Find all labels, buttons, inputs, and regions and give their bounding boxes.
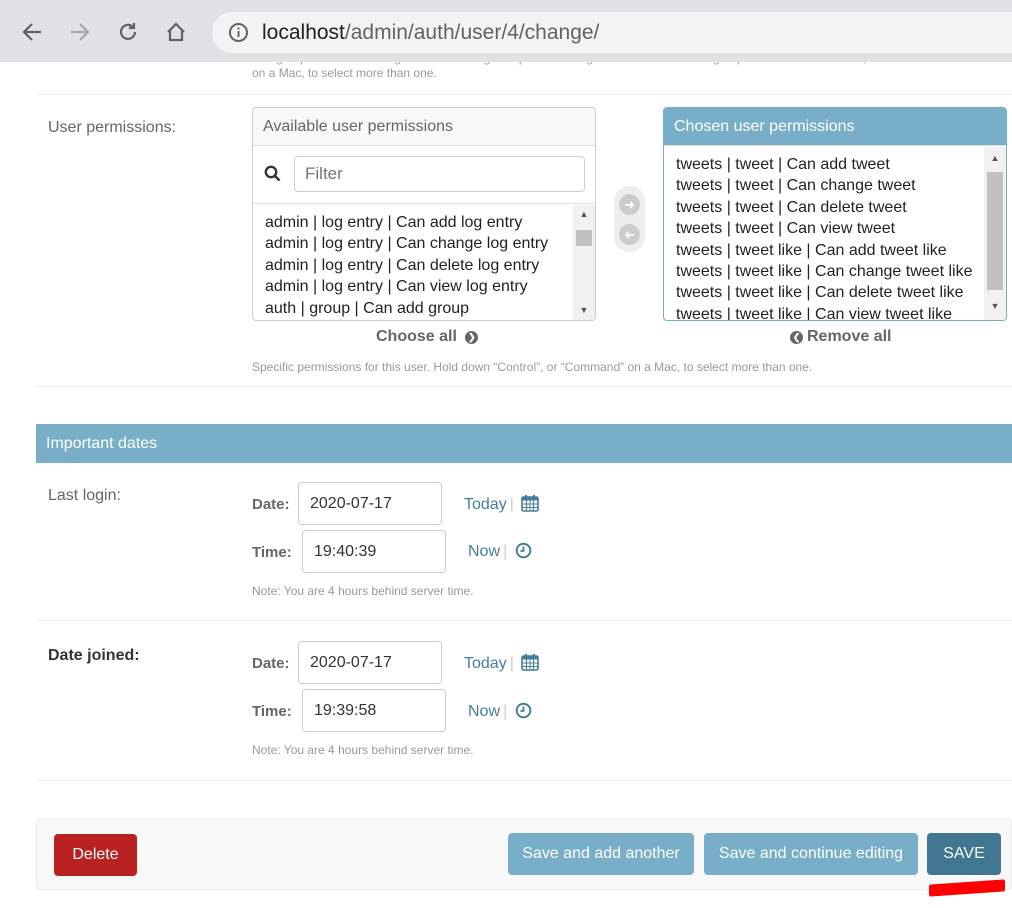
user-permissions-label: User permissions: <box>48 119 177 136</box>
separator: | <box>509 496 514 513</box>
selector-move-buttons: ➜ ➜ <box>614 186 645 252</box>
list-item[interactable]: auth | group | Can add group <box>265 298 571 319</box>
list-item[interactable]: tweets | tweet like | Can delete tweet l… <box>676 282 984 303</box>
date-joined-timezone-note: Note: You are 4 hours behind server time… <box>252 743 474 757</box>
last-login-label: Last login: <box>48 487 121 504</box>
forward-arrow-icon <box>71 23 90 41</box>
chevron-right-icon: ❯ <box>465 331 479 344</box>
reload-icon <box>119 23 137 40</box>
chosen-permissions-box: Chosen user permissions tweets | tweet |… <box>663 107 1007 321</box>
separator: | <box>503 703 508 720</box>
date-joined-label: Date joined: <box>48 647 140 664</box>
remove-all-link[interactable]: ❮ Remove all <box>790 328 891 346</box>
date-joined-time-input[interactable]: 19:39:58 <box>302 689 446 732</box>
divider <box>36 386 1012 387</box>
reload-button[interactable] <box>110 14 146 50</box>
url-text: localhost/admin/auth/user/4/change/ <box>262 21 599 45</box>
remove-arrow-icon[interactable]: ➜ <box>619 224 640 245</box>
delete-button[interactable]: Delete <box>54 834 137 876</box>
browser-toolbar: localhost/admin/auth/user/4/change/ <box>0 0 1012 62</box>
now-link-text[interactable]: Now <box>468 543 500 560</box>
submit-row: Delete Save and add another Save and con… <box>36 818 1012 890</box>
scroll-up-icon[interactable]: ▲ <box>984 153 1006 163</box>
permissions-help-text: Specific permissions for this user. Hold… <box>252 360 813 374</box>
save-button[interactable]: SAVE <box>927 833 1001 875</box>
date-joined-now-link[interactable]: Now | <box>468 702 532 721</box>
scroll-up-icon[interactable]: ▲ <box>573 209 595 219</box>
list-item[interactable]: tweets | tweet like | Can change tweet l… <box>676 261 984 282</box>
last-login-date-label: Date: <box>252 496 290 513</box>
list-item[interactable]: admin | log entry | Can view log entry <box>265 276 571 297</box>
list-item[interactable]: tweets | tweet like | Can view tweet lik… <box>676 304 984 320</box>
search-icon <box>264 165 281 182</box>
scroll-down-icon[interactable]: ▼ <box>573 305 595 315</box>
calendar-icon[interactable] <box>521 653 540 671</box>
calendar-icon[interactable] <box>521 494 540 512</box>
chosen-permissions-list[interactable]: tweets | tweet | Can add tweet tweets | … <box>676 154 984 320</box>
save-and-add-another-button[interactable]: Save and add another <box>508 833 694 875</box>
chosen-permissions-title: Chosen user permissions <box>664 108 1006 146</box>
divider <box>36 94 1012 95</box>
date-joined-today-link[interactable]: Today | <box>464 653 540 673</box>
date-joined-date-label: Date: <box>252 655 290 672</box>
add-arrow-icon[interactable]: ➜ <box>619 194 640 215</box>
separator: | <box>503 543 508 560</box>
chevron-left-icon: ❮ <box>790 331 803 344</box>
available-permissions-title: Available user permissions <box>253 108 595 146</box>
page-content: The groups this user belongs to. A user … <box>0 62 1012 908</box>
scrollbar-thumb[interactable] <box>987 172 1003 290</box>
scroll-down-icon[interactable]: ▼ <box>984 301 1006 311</box>
important-dates-header: Important dates <box>36 424 1012 463</box>
url-host: localhost <box>262 21 345 44</box>
last-login-time-label: Time: <box>252 544 292 561</box>
groups-help-text: The groups this user belongs to. A user … <box>252 62 947 80</box>
choose-all-label: Choose all <box>376 328 457 345</box>
back-button[interactable] <box>14 14 50 50</box>
list-item[interactable]: admin | log entry | Can add log entry <box>265 212 571 233</box>
back-arrow-icon <box>22 23 41 41</box>
scrollbar-thumb[interactable] <box>576 230 592 246</box>
filter-row <box>253 146 595 204</box>
list-item[interactable]: tweets | tweet | Can add tweet <box>676 154 984 175</box>
list-item[interactable]: tweets | tweet like | Can add tweet like <box>676 240 984 261</box>
permissions-filter-input[interactable] <box>294 156 585 192</box>
last-login-date-input[interactable]: 2020-07-17 <box>298 482 442 525</box>
available-permissions-box: Available user permissions admin | log e… <box>252 107 596 321</box>
home-icon <box>167 22 185 42</box>
info-icon[interactable] <box>228 22 249 43</box>
choose-all-link[interactable]: Choose all ❯ <box>376 328 479 346</box>
now-link-text[interactable]: Now <box>468 703 500 720</box>
divider <box>36 620 1012 621</box>
date-joined-date-input[interactable]: 2020-07-17 <box>298 641 442 684</box>
remove-all-label: Remove all <box>807 328 892 345</box>
url-path: /admin/auth/user/4/change/ <box>344 21 600 44</box>
forward-button[interactable] <box>62 14 98 50</box>
today-link-text[interactable]: Today <box>464 496 507 513</box>
chosen-list-scrollbar[interactable]: ▲ ▼ <box>984 147 1006 320</box>
list-item[interactable]: tweets | tweet | Can delete tweet <box>676 197 984 218</box>
divider <box>36 780 1012 781</box>
last-login-time-input[interactable]: 19:40:39 <box>302 530 446 573</box>
list-item[interactable]: admin | log entry | Can change log entry <box>265 233 571 254</box>
list-item[interactable]: tweets | tweet | Can change tweet <box>676 175 984 196</box>
available-permissions-list[interactable]: admin | log entry | Can add log entry ad… <box>265 212 571 320</box>
date-joined-time-label: Time: <box>252 703 292 720</box>
clock-icon[interactable] <box>515 542 532 559</box>
address-bar[interactable]: localhost/admin/auth/user/4/change/ <box>212 12 1012 53</box>
last-login-today-link[interactable]: Today | <box>464 494 540 514</box>
save-and-continue-button[interactable]: Save and continue editing <box>704 833 918 875</box>
home-button[interactable] <box>158 14 194 50</box>
today-link-text[interactable]: Today <box>464 655 507 672</box>
separator: | <box>509 655 514 672</box>
list-item[interactable]: tweets | tweet | Can view tweet <box>676 218 984 239</box>
available-list-scrollbar[interactable]: ▲ ▼ <box>573 205 595 320</box>
clock-icon[interactable] <box>515 702 532 719</box>
last-login-now-link[interactable]: Now | <box>468 542 532 561</box>
last-login-timezone-note: Note: You are 4 hours behind server time… <box>252 584 474 598</box>
list-item[interactable]: admin | log entry | Can delete log entry <box>265 255 571 276</box>
